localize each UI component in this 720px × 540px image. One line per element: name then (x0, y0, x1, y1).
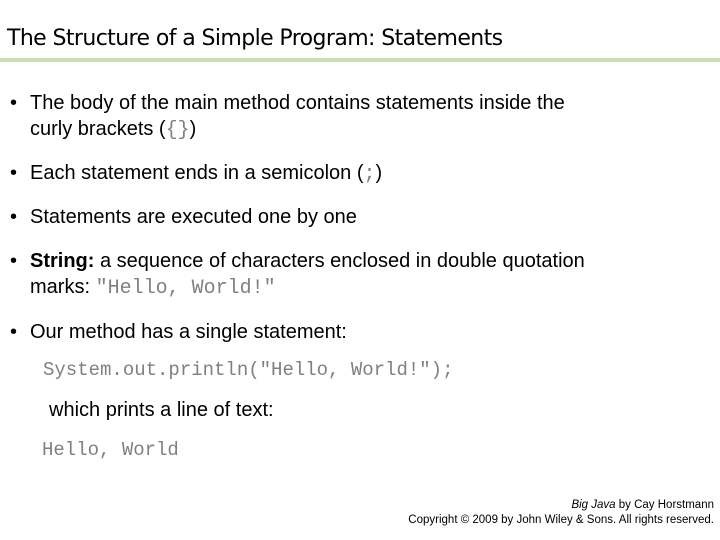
code-snippet: {} (165, 119, 190, 142)
text: ) (375, 162, 383, 184)
bullet-dot-icon: • (10, 250, 18, 272)
code-snippet: ; (363, 163, 376, 186)
text: ) (189, 118, 197, 140)
code-statement: System.out.println("Hello, World!"); (43, 359, 454, 381)
bullet-text-line2: curly brackets ({}) (30, 117, 196, 143)
term: String: (30, 250, 95, 272)
bullet-text: The body of the main method contains sta… (30, 92, 565, 114)
bullet-dot-icon: • (10, 162, 18, 184)
bullet-text: Our method has a single statement: (30, 321, 347, 343)
bullet-text: Statements are executed one by one (30, 206, 357, 228)
output-text: Hello, World (42, 439, 179, 461)
copyright: Copyright © 2009 by John Wiley & Sons. A… (408, 514, 714, 526)
slide-title: The Structure of a Simple Program: State… (7, 26, 503, 51)
text: Each statement ends in a semicolon ( (30, 162, 364, 184)
text: curly brackets ( (30, 118, 166, 140)
bullet-text-line2: marks: "Hello, World!" (30, 275, 276, 301)
bullet-dot-icon: • (10, 206, 18, 228)
code-snippet: "Hello, World!" (95, 277, 276, 300)
bullet-text: Each statement ends in a semicolon (;) (30, 161, 382, 187)
text: a sequence of characters enclosed in dou… (94, 250, 585, 272)
bullet-text: String: a sequence of characters enclose… (30, 249, 585, 273)
book-title: Big Java (571, 499, 616, 511)
footer-book-line: Big Java by Cay Horstmann (408, 498, 714, 513)
bullet-dot-icon: • (10, 321, 18, 343)
prints-text: which prints a line of text: (49, 399, 274, 421)
author: by Cay Horstmann (615, 499, 714, 511)
title-underline (0, 58, 720, 62)
bullet-dot-icon: • (10, 92, 18, 114)
text: marks: (30, 276, 96, 298)
footer: Big Java by Cay Horstmann Copyright © 20… (408, 498, 714, 528)
